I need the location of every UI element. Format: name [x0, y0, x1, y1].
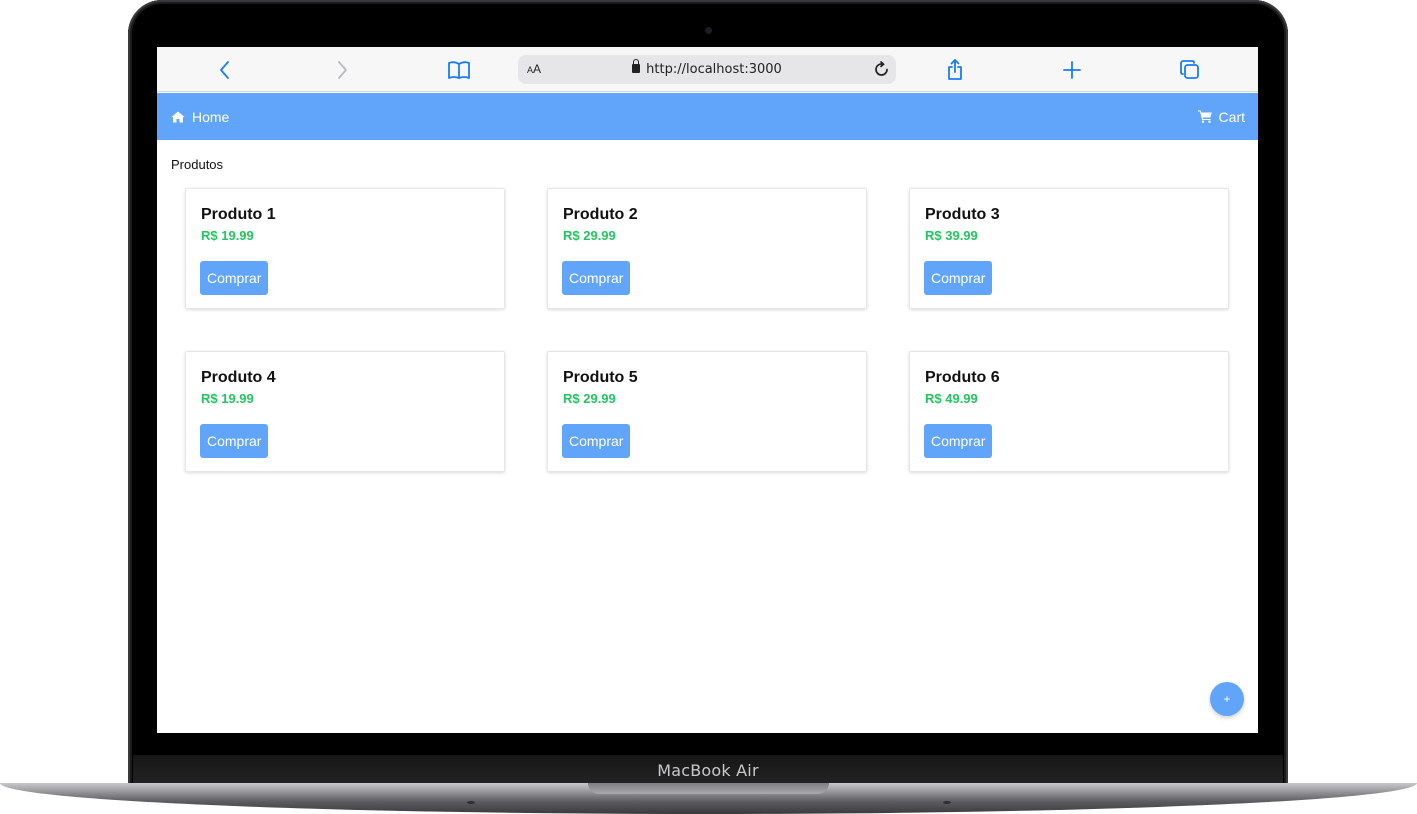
product-card: Produto 6 R$ 49.99 Comprar — [909, 351, 1229, 472]
cart-icon — [1197, 110, 1212, 123]
reload-icon[interactable] — [872, 60, 891, 79]
camera — [705, 27, 712, 34]
buy-button[interactable]: Comprar — [924, 424, 993, 458]
buy-button[interactable]: Comprar — [562, 424, 631, 458]
navbar: Home Cart — [157, 93, 1258, 140]
product-price: R$ 19.99 — [201, 391, 254, 406]
device-label: MacBook Air — [657, 760, 759, 780]
product-card: Produto 2 R$ 29.99 Comprar — [547, 188, 867, 309]
address-bar[interactable]: AA http://localhost:3000 — [518, 55, 896, 84]
buy-button[interactable]: Comprar — [200, 424, 269, 458]
section-title: Produtos — [171, 157, 224, 172]
laptop-notch — [588, 783, 829, 794]
product-card: Produto 3 R$ 39.99 Comprar — [909, 188, 1229, 309]
product-price: R$ 29.99 — [563, 391, 616, 406]
new-tab-icon[interactable] — [1059, 57, 1085, 83]
product-name: Produto 6 — [925, 369, 1000, 386]
product-price: R$ 39.99 — [925, 228, 978, 243]
product-price: R$ 49.99 — [925, 391, 978, 406]
product-card: Produto 4 R$ 19.99 Comprar — [185, 351, 505, 472]
browser-toolbar: AA http://localhost:3000 — [157, 47, 1258, 92]
forward-icon[interactable] — [329, 57, 355, 83]
product-card: Produto 1 R$ 19.99 Comprar — [185, 188, 505, 309]
product-name: Produto 2 — [563, 206, 638, 223]
product-name: Produto 4 — [201, 369, 276, 386]
add-fab-button[interactable]: + — [1210, 682, 1244, 716]
buy-button[interactable]: Comprar — [562, 261, 631, 295]
share-icon[interactable] — [942, 57, 968, 83]
buy-button[interactable]: Comprar — [200, 261, 269, 295]
home-label: Home — [192, 108, 230, 125]
laptop-chin: MacBook Air — [133, 755, 1283, 783]
cart-link[interactable]: Cart — [1197, 108, 1245, 125]
back-icon[interactable] — [212, 57, 238, 83]
product-price: R$ 19.99 — [201, 228, 254, 243]
product-price: R$ 29.99 — [563, 228, 616, 243]
buy-button[interactable]: Comprar — [924, 261, 993, 295]
tabs-icon[interactable] — [1177, 57, 1203, 83]
product-card: Produto 5 R$ 29.99 Comprar — [547, 351, 867, 472]
home-icon — [171, 111, 185, 122]
product-name: Produto 1 — [201, 206, 276, 223]
url-text: http://localhost:3000 — [518, 59, 896, 77]
cart-label: Cart — [1218, 108, 1245, 125]
bookmarks-icon[interactable] — [446, 57, 472, 83]
product-name: Produto 5 — [563, 369, 638, 386]
screen: AA http://localhost:3000 Home Cart Produ… — [157, 47, 1258, 733]
laptop-foot — [943, 801, 951, 804]
home-link[interactable]: Home — [171, 109, 229, 125]
lock-icon — [632, 59, 641, 73]
product-name: Produto 3 — [925, 206, 1000, 223]
laptop-foot — [467, 801, 475, 804]
